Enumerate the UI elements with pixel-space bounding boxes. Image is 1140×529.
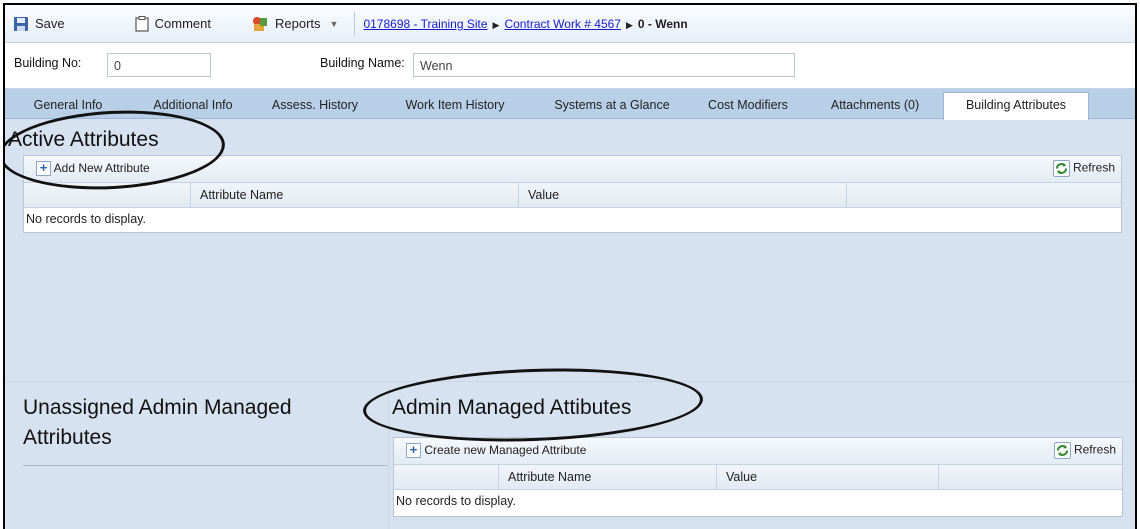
tab-assess-history[interactable]: Assess. History bbox=[261, 95, 369, 119]
reports-icon bbox=[253, 16, 267, 31]
comment-label: Comment bbox=[154, 16, 211, 31]
admin-managed-grid: + Create new Managed Attribute Refresh A… bbox=[393, 437, 1123, 517]
building-no-label: Building No: bbox=[14, 56, 82, 70]
no-records-text: No records to display. bbox=[394, 490, 1122, 512]
breadcrumb-arrow-icon: ▶ bbox=[625, 20, 633, 30]
plus-icon: + bbox=[406, 443, 421, 459]
building-no-field[interactable]: 0 bbox=[107, 53, 211, 77]
column-header-empty bbox=[846, 183, 1121, 208]
app-window: Save Comment Reports ▼ 0178698 - Trainin… bbox=[3, 3, 1137, 529]
building-info-row: Building No: 0 Building Name: Wenn bbox=[5, 43, 1135, 89]
chevron-down-icon: ▼ bbox=[329, 18, 339, 29]
unassigned-heading: Unassigned Admin Managed Attributes bbox=[23, 396, 292, 449]
refresh-button[interactable]: Refresh bbox=[1052, 160, 1115, 177]
refresh-icon bbox=[1052, 160, 1070, 177]
create-managed-attribute-label: Create new Managed Attribute bbox=[424, 443, 587, 457]
breadcrumb-contract-link[interactable]: Contract Work # 4567 bbox=[504, 17, 621, 31]
toolbar-divider bbox=[354, 11, 356, 36]
refresh-icon bbox=[1053, 442, 1071, 459]
no-records-text: No records to display. bbox=[24, 208, 1121, 230]
unassigned-divider bbox=[23, 465, 387, 466]
breadcrumb-site-link[interactable]: 0178698 - Training Site bbox=[363, 17, 487, 31]
save-label: Save bbox=[35, 16, 65, 31]
comment-button[interactable]: Comment bbox=[127, 5, 211, 42]
column-header-attribute-name[interactable]: Attribute Name bbox=[190, 183, 518, 208]
refresh-label: Refresh bbox=[1072, 160, 1115, 175]
save-icon bbox=[14, 16, 28, 31]
refresh-label: Refresh bbox=[1073, 442, 1116, 457]
building-name-label: Building Name: bbox=[320, 56, 405, 70]
column-header-value[interactable]: Value bbox=[518, 183, 846, 208]
building-name-field[interactable]: Wenn bbox=[413, 53, 795, 77]
reports-button[interactable]: Reports ▼ bbox=[243, 5, 338, 42]
breadcrumb: 0178698 - Training Site ▶ Contract Work # … bbox=[363, 16, 687, 31]
column-header-empty bbox=[938, 465, 1122, 490]
reports-label: Reports bbox=[275, 16, 321, 31]
create-managed-attribute-button[interactable]: + Create new Managed Attribute bbox=[406, 443, 587, 459]
comment-icon bbox=[135, 15, 149, 32]
column-header-value[interactable]: Value bbox=[716, 465, 938, 490]
grid-toolbar: + Create new Managed Attribute Refresh bbox=[394, 438, 1122, 465]
column-header-attribute-name[interactable]: Attribute Name bbox=[498, 465, 716, 490]
save-button[interactable]: Save bbox=[5, 5, 65, 42]
breadcrumb-current: 0 - Wenn bbox=[637, 17, 688, 31]
annotation-circle-admin-managed bbox=[361, 363, 705, 447]
tab-building-attributes[interactable]: Building Attributes bbox=[943, 92, 1089, 120]
grid-header: Attribute Name Value bbox=[24, 183, 1121, 208]
breadcrumb-arrow-icon: ▶ bbox=[492, 20, 500, 30]
tab-work-item-history[interactable]: Work Item History bbox=[385, 95, 525, 119]
toolbar: Save Comment Reports ▼ 0178698 - Trainin… bbox=[5, 5, 1135, 43]
refresh-button[interactable]: Refresh bbox=[1053, 442, 1116, 459]
grid-header: Attribute Name Value bbox=[394, 465, 1122, 490]
tab-cost-modifiers[interactable]: Cost Modifiers bbox=[693, 95, 803, 119]
tab-systems-at-a-glance[interactable]: Systems at a Glance bbox=[537, 95, 687, 119]
tab-attachments[interactable]: Attachments (0) bbox=[815, 95, 935, 119]
